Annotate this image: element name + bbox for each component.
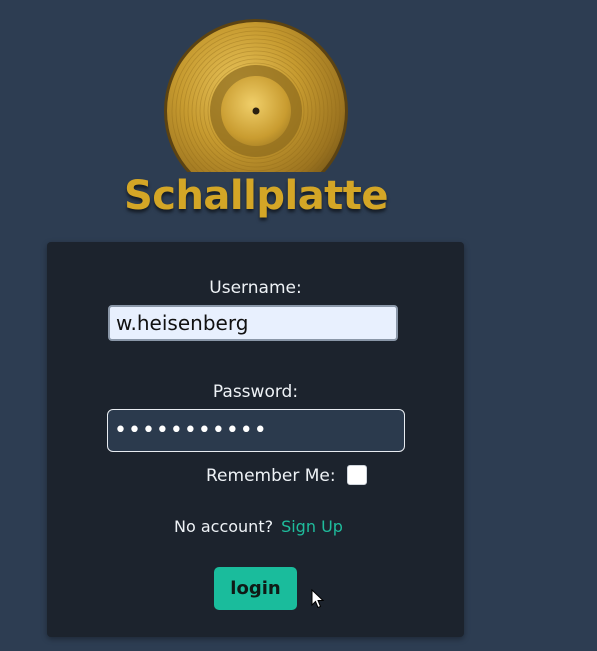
mouse-cursor-icon: [311, 588, 325, 609]
remember-me-row: Remember Me:: [47, 464, 464, 488]
signup-row: No account? Sign Up: [174, 517, 343, 536]
username-label: Username:: [209, 278, 302, 298]
login-card: Username: Password: Remember Me: No acco…: [47, 242, 464, 637]
brand-title: Schallplatte: [123, 173, 389, 219]
remember-me-checkbox[interactable]: [347, 465, 367, 485]
no-account-text: No account?: [174, 517, 274, 536]
password-input[interactable]: [107, 409, 405, 452]
sign-up-link[interactable]: Sign Up: [281, 517, 343, 536]
login-button[interactable]: login: [214, 567, 297, 610]
vinyl-record-icon: [163, 18, 349, 172]
username-input[interactable]: [108, 305, 398, 341]
password-label: Password:: [212, 382, 299, 402]
remember-me-label: Remember Me:: [206, 466, 336, 486]
